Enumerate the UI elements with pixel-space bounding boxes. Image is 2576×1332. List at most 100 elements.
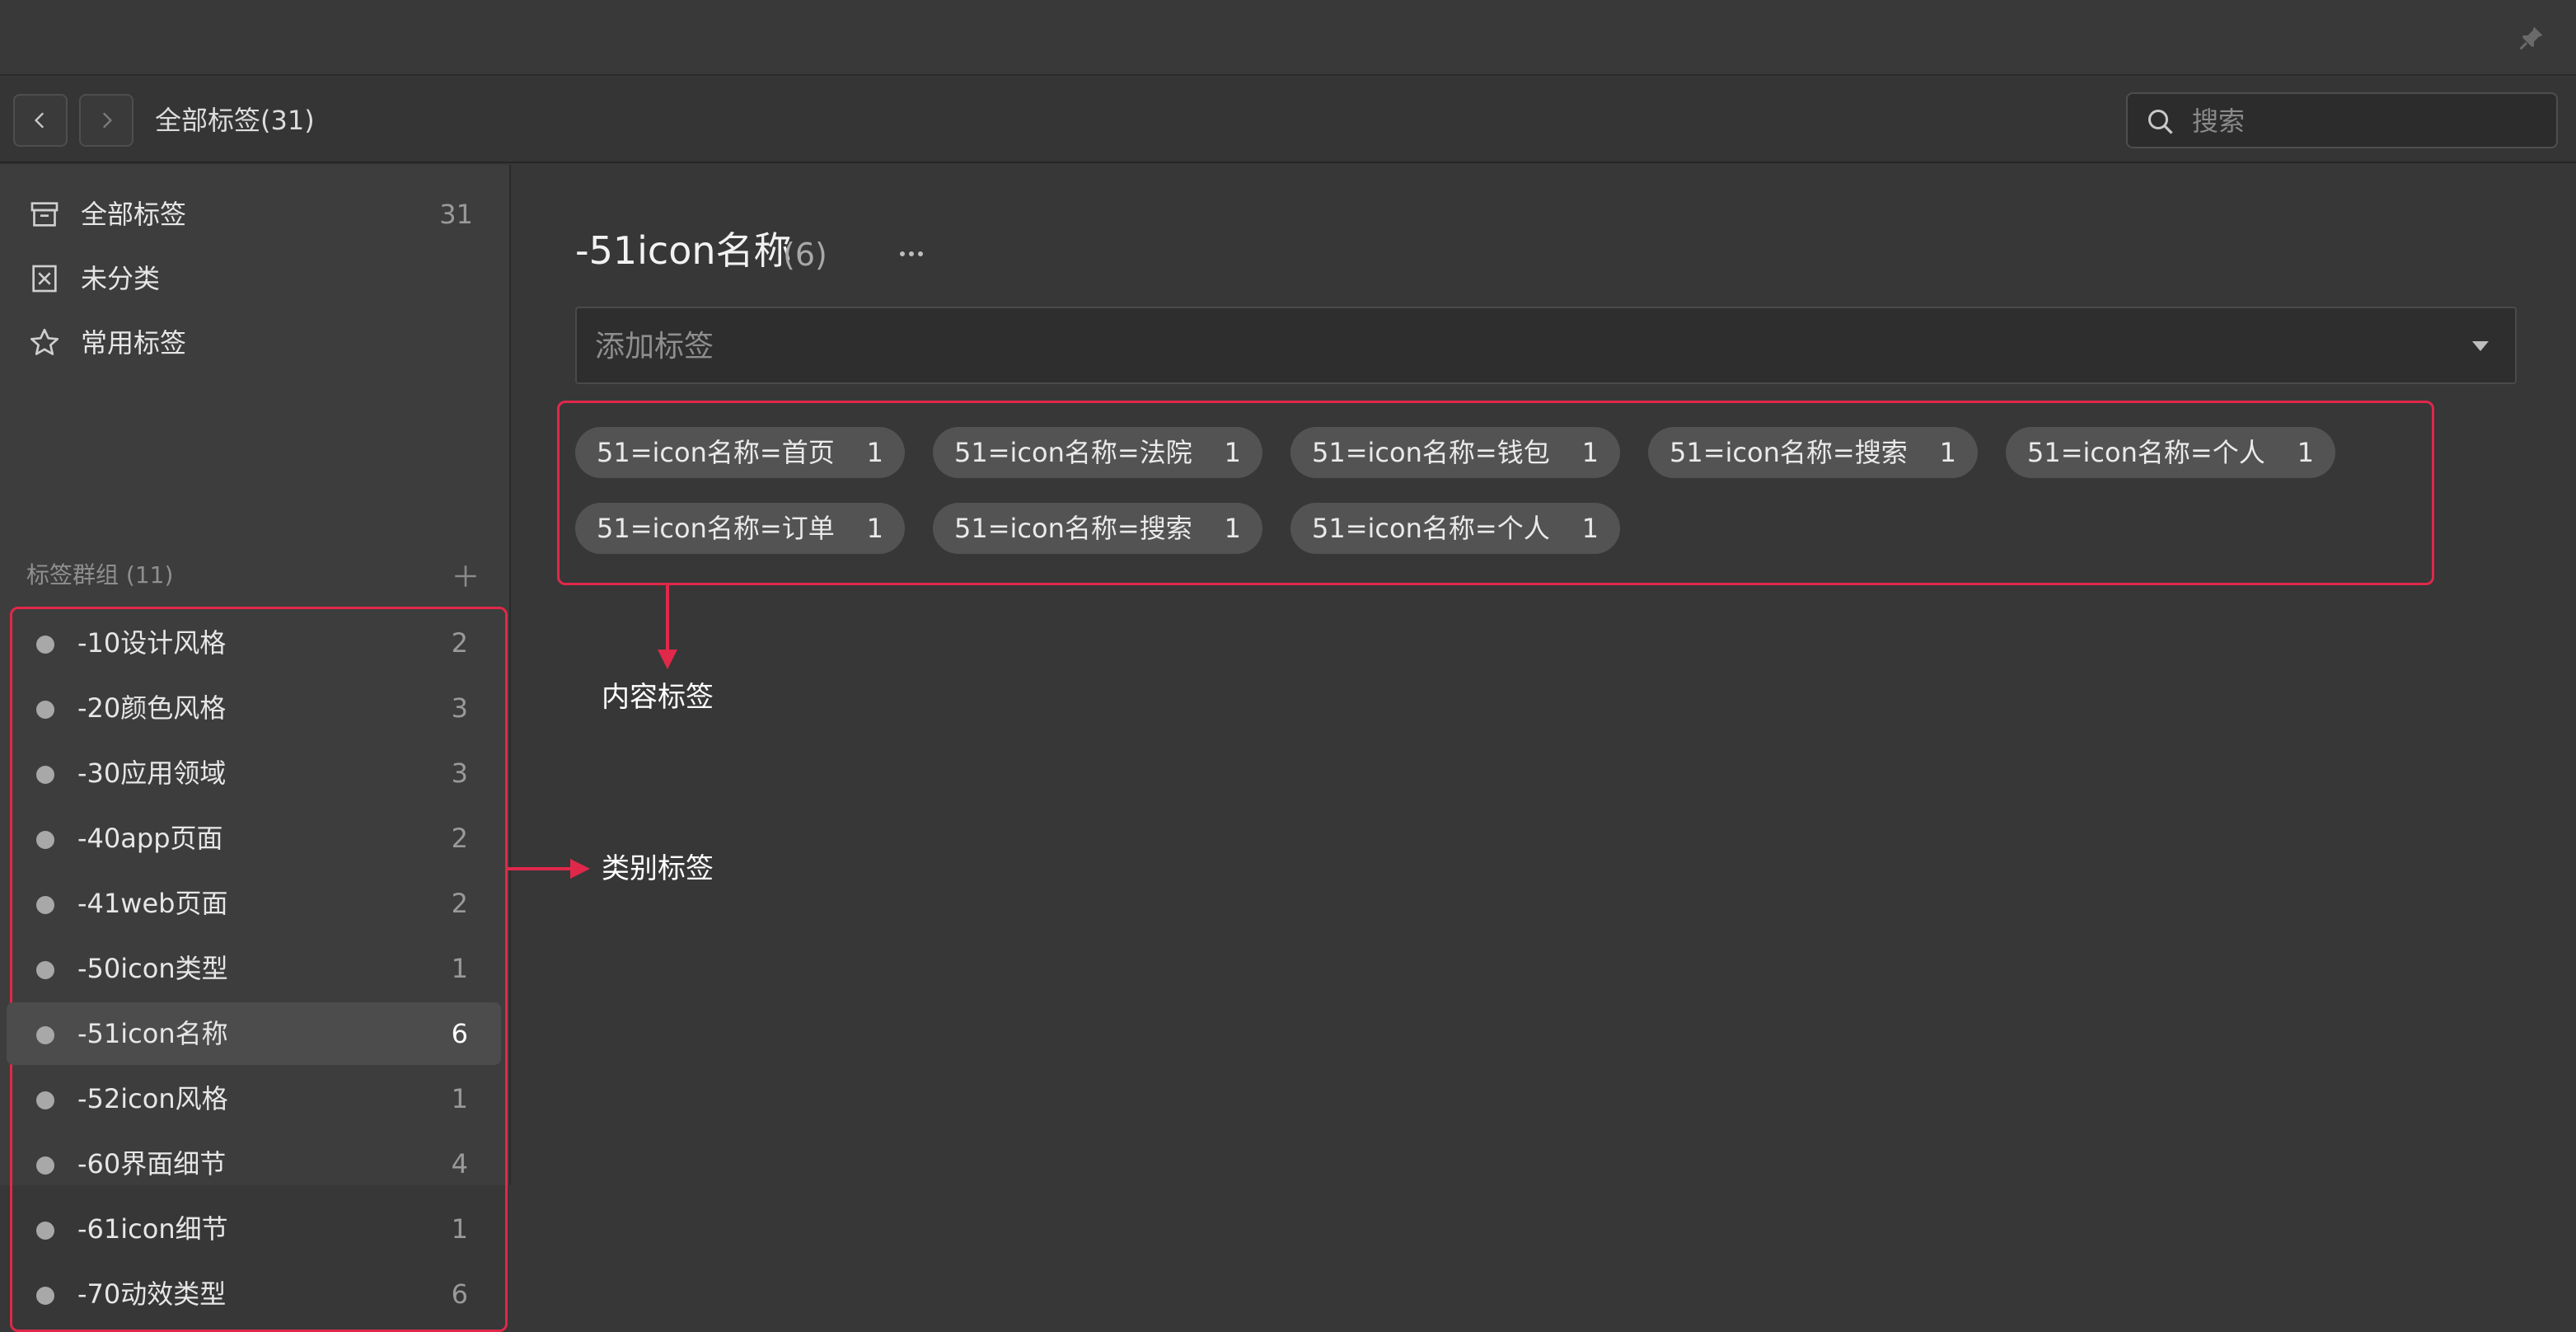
tag-group-count: 1 (451, 1083, 468, 1114)
search-icon (2148, 110, 2173, 134)
tag-group-item[interactable]: -20颜色风格 3 (7, 677, 501, 739)
tag-group-item[interactable]: -50icon类型 1 (7, 937, 501, 1000)
tag-group-label: -10设计风格 (77, 627, 227, 659)
sidebar-item-favorites[interactable]: 常用标签 (10, 312, 498, 374)
tag-group-label: -60界面细节 (77, 1148, 227, 1180)
right-arrow-icon (506, 859, 590, 879)
tag-group-item[interactable]: -41web页面 2 (7, 872, 501, 935)
tag-chip[interactable]: 51=icon名称=搜索 1 (933, 503, 1262, 554)
chevron-left-icon (34, 112, 44, 129)
tag-chip-count: 1 (1224, 513, 1241, 544)
tag-group-label: -20颜色风格 (77, 692, 227, 724)
tag-group-label: -30应用领域 (77, 757, 227, 789)
tag-group-item[interactable]: -10设计风格 2 (7, 612, 501, 674)
tag-group-count: 2 (451, 888, 468, 919)
sidebar-item-count: 31 (439, 199, 473, 230)
toolbar: 全部标签(31) (0, 77, 2576, 163)
tag-chip-count: 1 (1939, 437, 1956, 468)
tag-group-label: -70动效类型 (77, 1278, 227, 1310)
tag-chip-count: 1 (1224, 437, 1241, 468)
tag-chip[interactable]: 51=icon名称=个人 1 (1290, 503, 1620, 554)
pin-icon[interactable] (2517, 23, 2546, 53)
search-input[interactable] (2192, 101, 2538, 142)
tag-group-count: 2 (451, 823, 468, 854)
tag-chip-label: 51=icon名称=订单 (597, 513, 835, 544)
tag-group-item[interactable]: -61icon细节 1 (7, 1198, 501, 1260)
page-title: -51icon名称 (575, 228, 792, 273)
tag-group-item[interactable]: -30应用领域 3 (7, 742, 501, 804)
tag-group-count: 1 (451, 1213, 468, 1245)
tag-group-count: 4 (451, 1148, 468, 1180)
tag-group-label: -50icon类型 (77, 953, 228, 984)
add-tag-input[interactable] (595, 325, 2408, 368)
tag-group-item-active[interactable]: -51icon名称 6 (7, 1002, 501, 1065)
group-dot-icon (36, 1156, 54, 1175)
tag-chip-label: 51=icon名称=搜索 (1670, 437, 1908, 468)
tag-chip-label: 51=icon名称=个人 (2027, 437, 2265, 468)
content-tags-annotation: 内容标签 (602, 681, 714, 714)
down-arrow-icon (658, 585, 677, 669)
group-dot-icon (36, 831, 54, 849)
tag-chip-label: 51=icon名称=个人 (1312, 513, 1550, 544)
tag-chip-label: 51=icon名称=法院 (954, 437, 1192, 468)
tag-group-item[interactable]: -40app页面 2 (7, 807, 501, 870)
tag-chip-label: 51=icon名称=首页 (597, 437, 835, 468)
tag-chip-count: 1 (2297, 437, 2314, 468)
tag-group-count: 3 (451, 692, 468, 724)
tag-group-label: -40app页面 (77, 823, 223, 854)
caret-down-icon[interactable] (2471, 340, 2490, 353)
tag-group-count: 6 (451, 1018, 468, 1049)
tag-group-label: -52icon风格 (77, 1083, 228, 1114)
tag-chip[interactable]: 51=icon名称=搜索 1 (1648, 427, 1978, 478)
tag-chip-count: 1 (1581, 437, 1599, 468)
group-dot-icon (36, 896, 54, 914)
group-dot-icon (36, 636, 54, 654)
star-icon (30, 328, 59, 355)
tag-chip[interactable]: 51=icon名称=首页 1 (575, 427, 905, 478)
forward-button[interactable] (79, 94, 133, 147)
sidebar-item-all-tags[interactable]: 全部标签 31 (10, 183, 498, 246)
tag-group-label: -61icon细节 (77, 1213, 228, 1245)
group-dot-icon (36, 1287, 54, 1305)
group-dot-icon (36, 701, 54, 719)
group-dot-icon (36, 1026, 54, 1044)
tag-group-item[interactable]: -52icon风格 1 (7, 1067, 501, 1130)
tag-group-label: -41web页面 (77, 888, 228, 919)
sidebar-item-label: 未分类 (81, 263, 161, 294)
tag-group-count: 3 (451, 757, 468, 789)
tag-chip-label: 51=icon名称=搜索 (954, 513, 1192, 544)
search-box[interactable] (2126, 92, 2558, 148)
tag-chip-count: 1 (866, 437, 883, 468)
app-window: 全部标签(31) 全部标签 31 未分类 (0, 0, 2576, 1332)
sidebar-item-label: 全部标签 (81, 199, 187, 230)
group-dot-icon (36, 1222, 54, 1240)
main-panel: -51icon名称 (6) 51=icon名称=首页 1 51=icon名称=法… (513, 165, 2576, 1185)
back-button[interactable] (13, 94, 68, 147)
tag-group-label: -51icon名称 (77, 1018, 228, 1049)
category-tags-annotation: 类别标签 (602, 852, 714, 885)
chevron-right-icon (102, 112, 113, 129)
sidebar-item-label: 常用标签 (81, 327, 187, 359)
toolbar-title: 全部标签(31) (155, 105, 315, 136)
group-dot-icon (36, 961, 54, 979)
more-options-icon[interactable] (897, 246, 926, 262)
tag-group-count: 6 (451, 1278, 468, 1310)
tag-chip-count: 1 (1581, 513, 1599, 544)
untagged-icon (32, 265, 57, 293)
title-bar (0, 0, 2576, 76)
tag-chip[interactable]: 51=icon名称=钱包 1 (1290, 427, 1620, 478)
tag-group-count: 2 (451, 627, 468, 659)
tag-group-item[interactable]: -70动效类型 6 (7, 1263, 501, 1325)
page-title-count: (6) (783, 237, 827, 273)
tag-chip[interactable]: 51=icon名称=订单 1 (575, 503, 905, 554)
group-dot-icon (36, 1091, 54, 1109)
tag-group-header: 标签群组 (11) (26, 561, 174, 589)
tag-chip-label: 51=icon名称=钱包 (1312, 437, 1550, 468)
tag-group-item[interactable]: -60界面细节 4 (7, 1133, 501, 1195)
add-group-icon[interactable] (452, 562, 480, 590)
tag-chip[interactable]: 51=icon名称=个人 1 (2006, 427, 2335, 478)
archive-box-icon (30, 202, 59, 227)
add-tag-select[interactable] (575, 307, 2517, 384)
sidebar-item-uncategorized[interactable]: 未分类 (10, 247, 498, 310)
tag-chip[interactable]: 51=icon名称=法院 1 (933, 427, 1262, 478)
